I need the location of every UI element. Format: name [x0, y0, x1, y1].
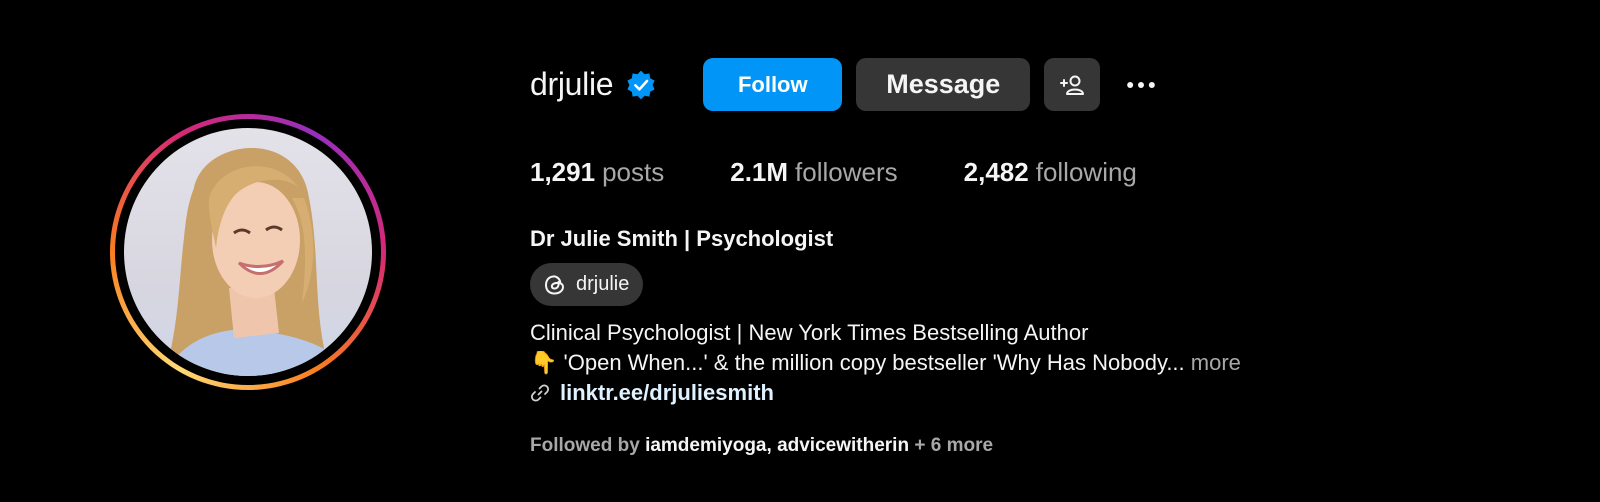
- followed-by[interactable]: Followed by iamdemiyoga, advicewitherin …: [530, 435, 993, 457]
- stat-value: 2,482: [963, 157, 1029, 187]
- stat-posts: 1,291 posts: [530, 157, 664, 188]
- more-options-button[interactable]: [1120, 58, 1162, 111]
- verified-badge-icon: [627, 70, 655, 99]
- follower-username[interactable]: advicewitherin: [777, 435, 909, 456]
- external-link[interactable]: linktr.ee/drjuliesmith: [560, 378, 774, 408]
- avatar[interactable]: [124, 128, 372, 376]
- bio-line: Clinical Psychologist | New York Times B…: [530, 320, 1089, 345]
- avatar-photo: [164, 148, 354, 376]
- full-name: Dr Julie Smith | Psychologist: [530, 226, 834, 251]
- profile-header: drjulie Follow Message: [530, 58, 1162, 111]
- profile-stats: 1,291 posts 2.1M followers 2,482 following: [530, 157, 1203, 188]
- stat-followers[interactable]: 2.1M followers: [730, 157, 897, 188]
- message-button[interactable]: Message: [856, 58, 1031, 111]
- story-ring[interactable]: [110, 114, 386, 390]
- stat-label: followers: [795, 157, 898, 187]
- bio: Clinical Psychologist | New York Times B…: [530, 318, 1241, 408]
- more-horizontal-icon: [1127, 81, 1156, 88]
- add-user-button[interactable]: [1044, 58, 1101, 111]
- separator: ,: [766, 435, 772, 456]
- bio-text: 'Open When...' & the million copy bestse…: [563, 350, 1185, 375]
- stat-label: posts: [602, 157, 665, 187]
- add-user-icon: [1060, 75, 1085, 95]
- stat-label: following: [1035, 157, 1137, 187]
- link-icon: [530, 384, 550, 402]
- threads-icon: [544, 274, 565, 295]
- stat-value: 1,291: [530, 157, 596, 187]
- stat-following[interactable]: 2,482 following: [964, 157, 1137, 188]
- follower-username[interactable]: iamdemiyoga: [645, 435, 766, 456]
- pointing-down-emoji: 👇: [530, 350, 558, 375]
- stat-value: 2.1M: [730, 157, 789, 187]
- username: drjulie: [530, 66, 614, 102]
- followed-by-prefix: Followed by: [530, 435, 640, 456]
- bio-line: 👇 'Open When...' & the million copy best…: [530, 348, 1241, 378]
- followed-by-suffix[interactable]: + 6 more: [914, 435, 993, 456]
- threads-handle: drjulie: [576, 273, 630, 295]
- bio-link-row: linktr.ee/drjuliesmith: [530, 378, 1241, 408]
- follow-button[interactable]: Follow: [703, 58, 843, 111]
- more-link[interactable]: more: [1191, 350, 1241, 375]
- threads-link[interactable]: drjulie: [530, 263, 644, 306]
